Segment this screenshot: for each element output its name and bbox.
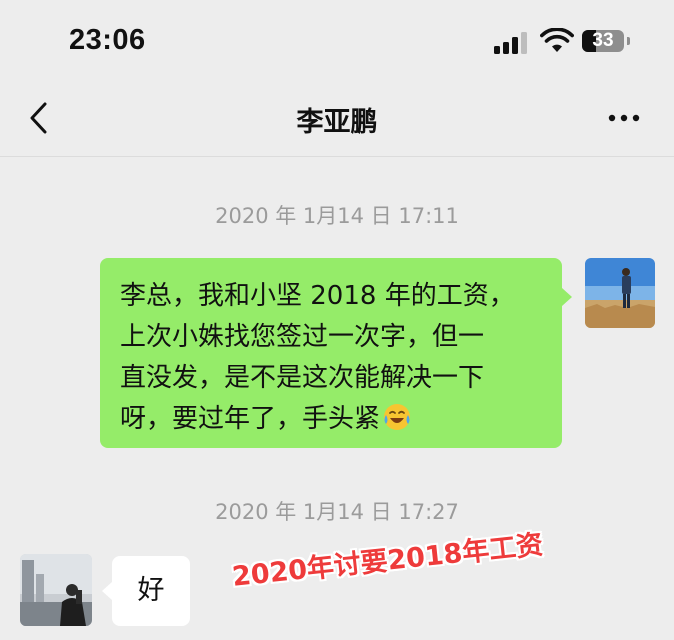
status-bar: 23:06 33: [0, 0, 674, 80]
chat-title: 李亚鹏: [296, 107, 378, 138]
message-line-text: 呀，要过年了，手头紧: [120, 404, 381, 434]
contact-avatar[interactable]: [20, 554, 92, 626]
message-timestamp: 2020 年 1月14 日 17:11: [215, 204, 459, 228]
message-timestamp: 2020 年 1月14 日 17:27: [215, 500, 459, 524]
cellular-signal-icon: [494, 30, 530, 54]
more-dots-icon[interactable]: [604, 106, 644, 130]
incoming-message-bubble[interactable]: 好: [102, 556, 190, 626]
battery-level: 33: [592, 30, 614, 51]
overlay-caption: 2020年讨要2018年工资: [230, 529, 545, 593]
crying-laughing-emoji-icon: [384, 404, 411, 430]
battery-nub: [627, 37, 630, 45]
message-line: 上次小姝找您签过一次字，但一: [120, 322, 485, 352]
chat-header: 李亚鹏: [0, 80, 674, 157]
battery-icon: 33: [582, 30, 624, 52]
outgoing-message-bubble[interactable]: 李总，我和小坚 2018 年的工资， 上次小姝找您签过一次字，但一 直没发，是不…: [100, 258, 572, 448]
my-avatar[interactable]: [585, 258, 655, 328]
message-line-last: 呀，要过年了，手头紧: [120, 399, 546, 440]
message-line: 直没发，是不是这次能解决一下: [120, 363, 485, 393]
status-time: 23:06: [69, 24, 146, 56]
wifi-icon: [540, 28, 574, 52]
message-line: 李总，我和小坚 2018 年的工资，: [120, 281, 515, 311]
